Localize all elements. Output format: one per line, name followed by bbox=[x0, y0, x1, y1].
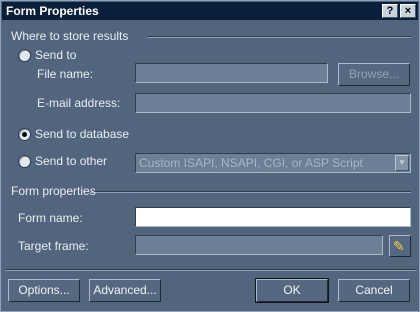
advanced-button[interactable]: Advanced... bbox=[89, 279, 161, 302]
other-script-select-value: Custom ISAPI, NSAPI, CGI, or ASP Script bbox=[139, 156, 363, 170]
email-address-label: E-mail address: bbox=[37, 96, 121, 110]
target-frame-field[interactable] bbox=[135, 235, 383, 255]
storage-group-title: Where to store results bbox=[11, 29, 129, 43]
browse-button[interactable]: Browse... bbox=[338, 63, 410, 86]
target-frame-label: Target frame: bbox=[18, 239, 89, 253]
window-title: Form Properties bbox=[6, 4, 99, 18]
title-bar[interactable]: Form Properties ? × bbox=[2, 2, 418, 20]
form-properties-group-title: Form properties bbox=[11, 184, 96, 198]
ok-button[interactable]: OK bbox=[255, 278, 329, 303]
chevron-down-icon[interactable]: ▼ bbox=[395, 155, 409, 171]
form-properties-dialog: Form Properties ? × Where to store resul… bbox=[0, 0, 420, 312]
form-name-field[interactable] bbox=[135, 207, 411, 227]
form-name-input[interactable] bbox=[136, 208, 410, 226]
help-button[interactable]: ? bbox=[382, 4, 398, 18]
email-address-input[interactable] bbox=[136, 94, 410, 112]
send-to-database-radio[interactable] bbox=[18, 128, 31, 141]
form-properties-group-divider bbox=[90, 191, 411, 193]
target-frame-input[interactable] bbox=[136, 236, 382, 254]
other-script-select[interactable]: Custom ISAPI, NSAPI, CGI, or ASP Script … bbox=[135, 153, 411, 173]
options-button[interactable]: Options... bbox=[8, 279, 80, 302]
send-to-label: Send to bbox=[35, 48, 77, 62]
storage-group-divider bbox=[147, 36, 411, 38]
file-name-field[interactable] bbox=[135, 63, 328, 83]
send-to-database-label: Send to database bbox=[35, 127, 130, 141]
file-name-input[interactable] bbox=[136, 64, 327, 82]
send-to-other-radio[interactable] bbox=[18, 155, 31, 168]
form-name-label: Form name: bbox=[18, 211, 83, 225]
file-name-label: File name: bbox=[37, 67, 94, 81]
send-to-other-label: Send to other bbox=[35, 154, 108, 168]
cancel-button[interactable]: Cancel bbox=[338, 279, 410, 302]
pencil-icon: ✎ bbox=[393, 238, 405, 254]
send-to-radio[interactable] bbox=[18, 49, 31, 62]
footer-separator bbox=[5, 269, 417, 271]
email-address-field[interactable] bbox=[135, 93, 411, 113]
edit-target-frame-button[interactable]: ✎ bbox=[389, 235, 411, 257]
close-button[interactable]: × bbox=[400, 4, 416, 18]
